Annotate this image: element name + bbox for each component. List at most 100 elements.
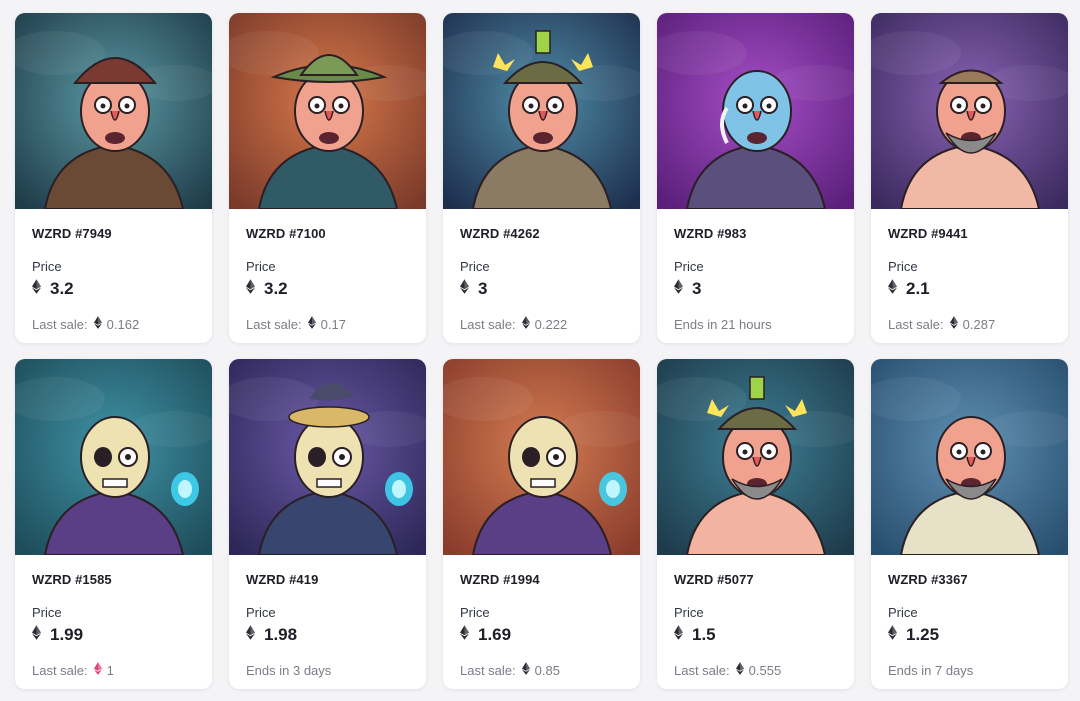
card-footer: Last sale: 0.85 <box>460 661 560 679</box>
ethereum-icon <box>307 316 316 332</box>
nft-name: WZRD #1585 <box>32 572 112 587</box>
auction-ends-text: Ends in 21 hours <box>674 316 772 332</box>
card-footer: Last sale: 0.162 <box>32 315 139 333</box>
nft-name: WZRD #419 <box>246 572 319 587</box>
last-sale-value: 0.222 <box>534 316 568 332</box>
ethereum-icon <box>246 625 255 645</box>
price-label: Price <box>888 605 918 620</box>
nft-card[interactable]: WZRD #3367 Price 1.25 Ends in 7 days <box>871 359 1068 689</box>
nft-name: WZRD #7100 <box>246 226 326 241</box>
last-sale-label: Last sale: <box>674 662 730 678</box>
nft-card[interactable]: WZRD #9441 Price 2.1 Last sale: 0.287 <box>871 13 1068 343</box>
price-value: 3.2 <box>50 279 74 298</box>
price-value: 3 <box>478 279 488 298</box>
nft-card[interactable]: WZRD #4262 Price 3 Last sale: 0.222 <box>443 13 640 343</box>
ethereum-icon <box>521 316 530 332</box>
nft-name: WZRD #983 <box>674 226 747 241</box>
price-row: 2.1 <box>888 278 930 300</box>
price-value: 1.99 <box>50 625 84 644</box>
nft-artwork-image[interactable] <box>657 13 854 209</box>
card-footer: Last sale: 0.222 <box>460 315 567 333</box>
nft-grid: WZRD #7949 Price 3.2 Last sale: 0.162 WZRD #7… <box>0 0 1080 701</box>
ethereum-icon <box>246 279 255 299</box>
nft-artwork-image[interactable] <box>657 359 854 555</box>
nft-name: WZRD #1994 <box>460 572 540 587</box>
price-value: 3 <box>692 279 702 298</box>
ethereum-icon <box>32 625 41 645</box>
nft-card[interactable]: WZRD #1585 Price 1.99 Last sale: 1 <box>15 359 212 689</box>
ethereum-icon <box>93 662 102 678</box>
last-sale-value: 0.17 <box>320 316 346 332</box>
nft-card[interactable]: WZRD #983 Price 3 Ends in 21 hours <box>657 13 854 343</box>
price-label: Price <box>246 259 276 274</box>
card-footer: Last sale: 0.555 <box>674 661 781 679</box>
price-row: 1.25 <box>888 624 939 646</box>
ethereum-icon <box>32 279 41 299</box>
price-row: 1.99 <box>32 624 83 646</box>
last-sale-label: Last sale: <box>888 316 944 332</box>
nft-card[interactable]: WZRD #419 Price 1.98 Ends in 3 days <box>229 359 426 689</box>
nft-card[interactable]: WZRD #1994 Price 1.69 Last sale: 0.85 <box>443 359 640 689</box>
ethereum-icon <box>888 279 897 299</box>
nft-name: WZRD #9441 <box>888 226 968 241</box>
price-row: 3.2 <box>246 278 288 300</box>
price-row: 3 <box>460 278 487 300</box>
last-sale-label: Last sale: <box>460 662 516 678</box>
price-value: 1.25 <box>906 625 940 644</box>
price-value: 3.2 <box>264 279 288 298</box>
card-footer: Last sale: 1 <box>32 661 114 679</box>
auction-ends-text: Ends in 3 days <box>246 662 332 678</box>
card-footer: Ends in 3 days <box>246 661 331 679</box>
price-row: 1.5 <box>674 624 716 646</box>
last-sale-label: Last sale: <box>32 662 88 678</box>
price-label: Price <box>32 605 62 620</box>
nft-name: WZRD #7949 <box>32 226 112 241</box>
price-row: 1.98 <box>246 624 297 646</box>
price-row: 3 <box>674 278 701 300</box>
ethereum-icon <box>521 662 530 678</box>
price-label: Price <box>888 259 918 274</box>
price-label: Price <box>674 605 704 620</box>
card-footer: Last sale: 0.287 <box>888 315 995 333</box>
last-sale-value: 0.85 <box>534 662 560 678</box>
ethereum-icon <box>888 625 897 645</box>
card-footer: Ends in 7 days <box>888 661 973 679</box>
nft-card[interactable]: WZRD #7100 Price 3.2 Last sale: 0.17 <box>229 13 426 343</box>
nft-artwork-image[interactable] <box>871 13 1068 209</box>
nft-artwork-image[interactable] <box>15 13 212 209</box>
last-sale-label: Last sale: <box>460 316 516 332</box>
last-sale-label: Last sale: <box>32 316 88 332</box>
price-value: 1.5 <box>692 625 716 644</box>
price-row: 3.2 <box>32 278 74 300</box>
price-value: 2.1 <box>906 279 930 298</box>
price-label: Price <box>674 259 704 274</box>
ethereum-icon <box>735 662 744 678</box>
price-label: Price <box>246 605 276 620</box>
nft-artwork-image[interactable] <box>229 13 426 209</box>
ethereum-icon <box>674 279 683 299</box>
nft-artwork-image[interactable] <box>229 359 426 555</box>
price-row: 1.69 <box>460 624 511 646</box>
last-sale-value: 0.287 <box>962 316 996 332</box>
price-value: 1.69 <box>478 625 512 644</box>
price-value: 1.98 <box>264 625 298 644</box>
nft-name: WZRD #5077 <box>674 572 754 587</box>
last-sale-value: 0.555 <box>748 662 782 678</box>
card-footer: Ends in 21 hours <box>674 315 772 333</box>
nft-artwork-image[interactable] <box>15 359 212 555</box>
last-sale-value: 0.162 <box>106 316 140 332</box>
price-label: Price <box>460 605 490 620</box>
price-label: Price <box>32 259 62 274</box>
auction-ends-text: Ends in 7 days <box>888 662 974 678</box>
nft-artwork-image[interactable] <box>871 359 1068 555</box>
last-sale-label: Last sale: <box>246 316 302 332</box>
ethereum-icon <box>460 279 469 299</box>
last-sale-value: 1 <box>106 662 114 678</box>
ethereum-icon <box>949 316 958 332</box>
card-footer: Last sale: 0.17 <box>246 315 346 333</box>
ethereum-icon <box>93 316 102 332</box>
nft-card[interactable]: WZRD #7949 Price 3.2 Last sale: 0.162 <box>15 13 212 343</box>
nft-artwork-image[interactable] <box>443 13 640 209</box>
nft-artwork-image[interactable] <box>443 359 640 555</box>
nft-card[interactable]: WZRD #5077 Price 1.5 Last sale: 0.555 <box>657 359 854 689</box>
